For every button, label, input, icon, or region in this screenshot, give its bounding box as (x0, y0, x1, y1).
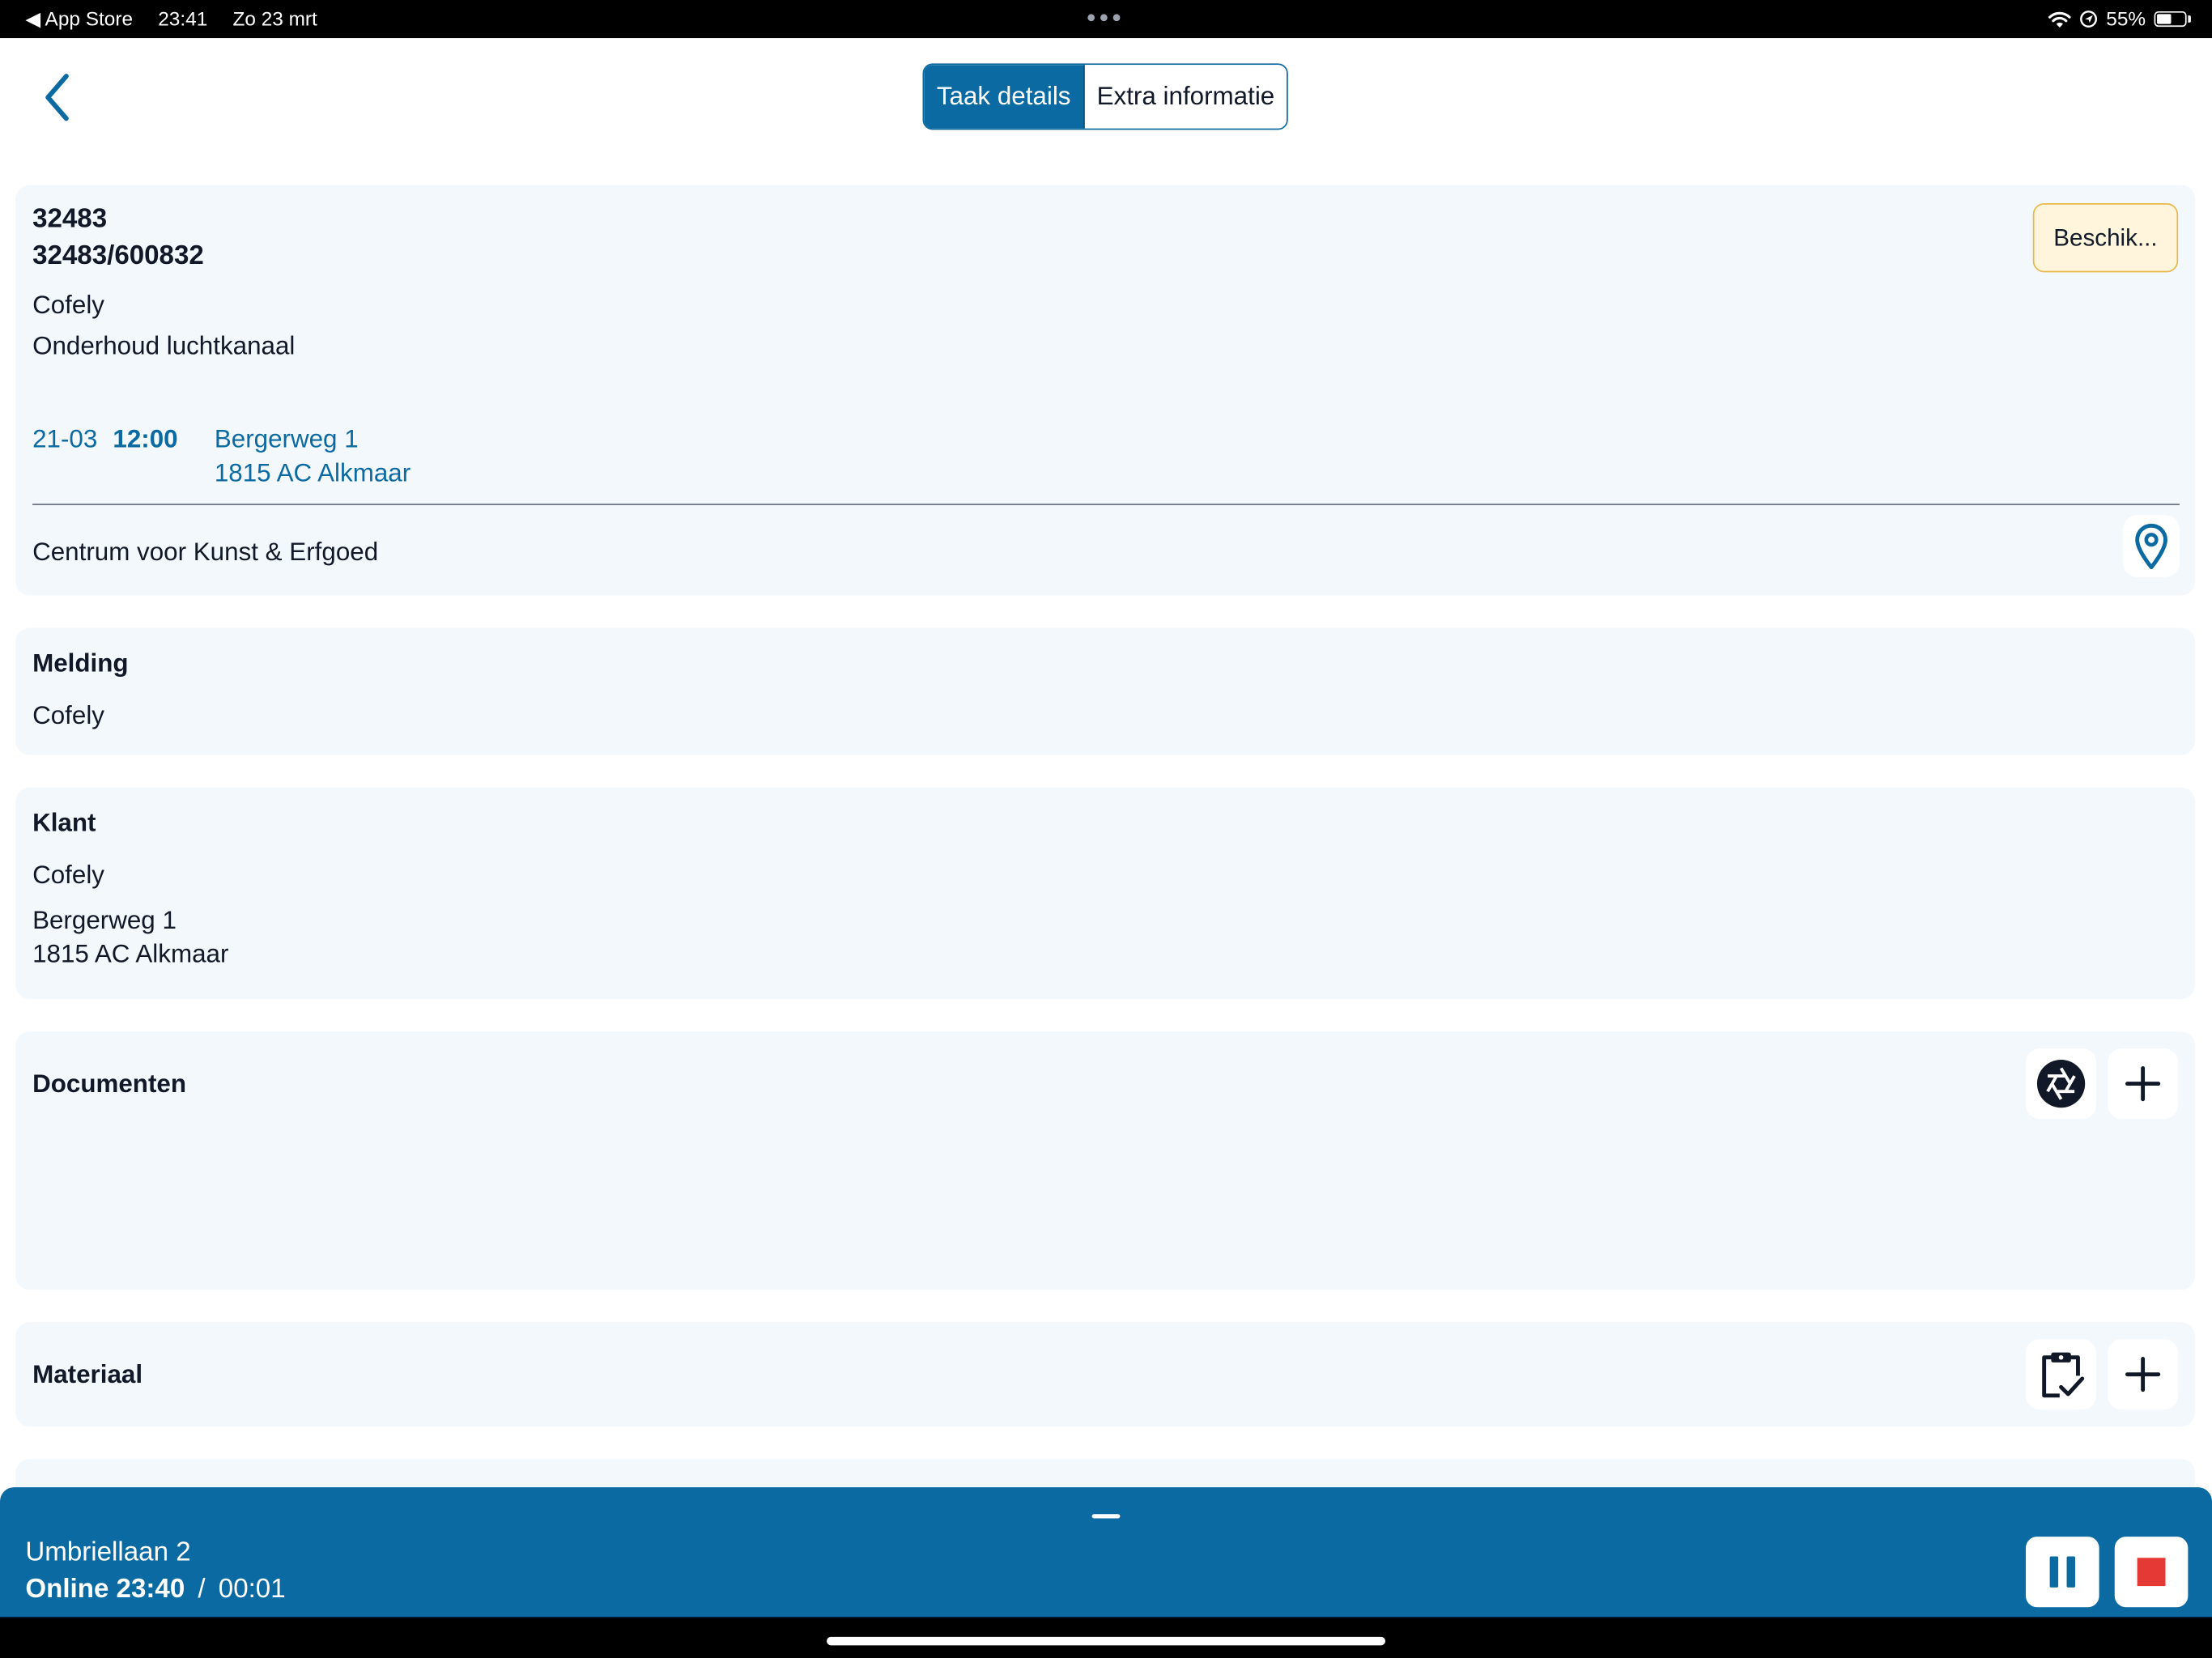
time-tracking-bar: Umbriellaan 2 Online 23:40 / 00:01 (0, 1487, 2212, 1618)
task-address-line1[interactable]: Bergerweg 1 (215, 425, 359, 455)
home-indicator-area (0, 1617, 2212, 1658)
tab-extra-informatie[interactable]: Extra informatie (1084, 65, 1287, 129)
pause-button[interactable] (2026, 1537, 2099, 1608)
documenten-card: Documenten (15, 1031, 2196, 1290)
klant-address-line2: 1815 AC Alkmaar (32, 939, 229, 968)
task-time: 12:00 (113, 424, 178, 453)
camera-shutter-icon (2036, 1059, 2086, 1108)
task-number: 32483 (32, 204, 108, 235)
materiaal-title: Materiaal (32, 1360, 143, 1389)
klant-card: Klant Cofely Bergerweg 1 1815 AC Alkmaar (15, 787, 2196, 1000)
chevron-left-icon (45, 74, 69, 121)
plus-icon (2125, 1357, 2161, 1392)
task-company: Cofely (32, 291, 104, 319)
status-date: Zo 23 mrt (232, 6, 317, 30)
task-location-name: Centrum voor Kunst & Erfgoed (32, 538, 379, 566)
status-bar: ◀ App Store 23:41 Zo 23 mrt 55% (0, 0, 2212, 39)
material-checklist-button[interactable] (2026, 1339, 2097, 1410)
status-left: ◀ App Store 23:41 Zo 23 mrt (25, 0, 337, 38)
online-status: Online 23:40 / 00:01 (25, 1575, 285, 1605)
page: ◀ App Store 23:41 Zo 23 mrt 55% Taak det… (0, 0, 2212, 1658)
klant-address-line1: Bergerweg 1 (32, 905, 177, 934)
plus-icon (2125, 1065, 2161, 1102)
map-pin-button[interactable] (2123, 515, 2180, 577)
status-separator: / (198, 1575, 206, 1605)
klant-name: Cofely (32, 861, 104, 890)
tab-taak-details[interactable]: Taak details (924, 65, 1085, 129)
task-reference: 32483/600832 (32, 241, 204, 271)
stop-button[interactable] (2114, 1537, 2189, 1608)
drag-handle[interactable] (1091, 1514, 1121, 1519)
melding-title: Melding (32, 648, 129, 678)
map-pin-icon (2135, 523, 2167, 570)
status-badge[interactable]: Beschik... (2032, 202, 2179, 273)
status-right: 55% (2048, 0, 2191, 38)
pause-icon (2049, 1556, 2075, 1588)
location-lock-icon (2080, 11, 2097, 28)
battery-icon (2154, 11, 2191, 28)
clipboard-check-icon (2042, 1352, 2085, 1398)
task-address-line2[interactable]: 1815 AC Alkmaar (215, 458, 410, 488)
task-description: Onderhoud luchtkanaal (32, 331, 296, 360)
task-date: 21-03 (32, 424, 98, 453)
stop-icon (2137, 1558, 2166, 1587)
melding-value: Cofely (32, 701, 104, 730)
melding-card: Melding Cofely (15, 627, 2196, 755)
battery-fill (2157, 14, 2172, 24)
home-indicator[interactable] (827, 1636, 1385, 1646)
back-button[interactable] (28, 65, 85, 130)
current-location: Umbriellaan 2 (25, 1537, 191, 1568)
segmented-control: Taak details Extra informatie (922, 63, 1288, 130)
materiaal-card: Materiaal (15, 1322, 2196, 1427)
multitasking-dots-icon[interactable] (1087, 14, 1121, 22)
documenten-title: Documenten (32, 1069, 187, 1099)
task-card: 32483 32483/600832 Cofely Onderhoud luch… (15, 185, 2196, 596)
elapsed-duration: 00:01 (218, 1575, 286, 1605)
app-screen: ◀ App Store 23:41 Zo 23 mrt 55% Taak det… (0, 0, 2212, 1658)
wifi-icon (2048, 11, 2071, 28)
camera-button[interactable] (2026, 1048, 2097, 1120)
battery-percentage: 55% (2106, 6, 2146, 30)
back-to-app-link[interactable]: ◀ App Store (25, 7, 133, 30)
divider (32, 504, 2180, 505)
online-status-label: Online 23:40 (25, 1575, 185, 1605)
add-material-button[interactable] (2108, 1339, 2179, 1410)
klant-title: Klant (32, 808, 96, 837)
status-time: 23:41 (158, 6, 208, 30)
add-document-button[interactable] (2108, 1048, 2179, 1120)
